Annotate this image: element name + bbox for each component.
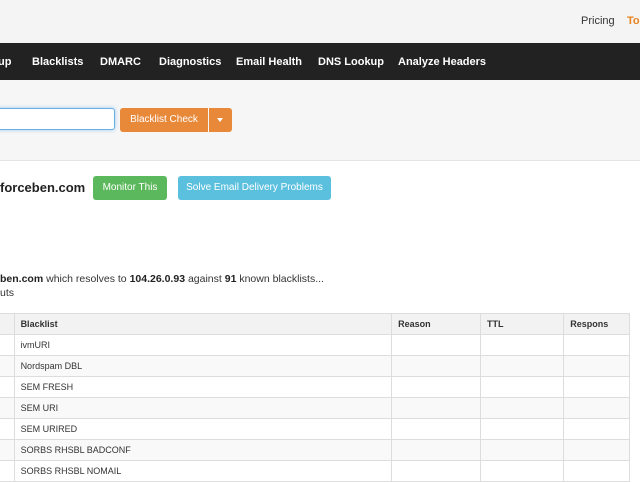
response-cell (563, 397, 630, 419)
reason-cell (391, 355, 482, 377)
table-row: SORBS RHSBL BADCONF (0, 439, 630, 461)
pricing-link[interactable]: Pricing (581, 15, 615, 27)
nav-item-lookup[interactable]: up (0, 56, 11, 68)
blacklist-cell: SEM URIRED (13, 418, 393, 440)
lookup-type-dropdown-button[interactable] (209, 108, 232, 132)
ttl-cell (480, 334, 565, 356)
blacklist-cell: SEM URI (13, 397, 393, 419)
blacklist-results-table: Blacklist Reason TTL Respons ivmURI Nord… (0, 313, 630, 482)
response-cell (563, 418, 630, 440)
reason-cell (391, 334, 482, 356)
response-cell (563, 355, 630, 377)
reason-cell (391, 418, 482, 440)
column-header-status (0, 313, 15, 335)
ttl-cell (480, 376, 565, 398)
response-cell (563, 460, 630, 482)
summary-count: 91 (224, 273, 237, 285)
summary-domain: ben.com (0, 273, 44, 285)
status-cell (0, 397, 15, 419)
ttl-cell (480, 355, 565, 377)
summary-text-2: against (185, 273, 225, 285)
blacklist-cell: ivmURI (13, 334, 393, 356)
resolve-summary: ben.com which resolves to 104.26.0.93 ag… (0, 273, 324, 285)
response-cell (563, 376, 630, 398)
status-cell (0, 460, 15, 482)
caret-down-icon (217, 118, 223, 122)
blacklist-cell: SEM FRESH (13, 376, 393, 398)
nav-item-dmarc[interactable]: DMARC (100, 56, 141, 68)
reason-cell (391, 376, 482, 398)
response-cell (563, 439, 630, 461)
blacklist-check-button[interactable]: Blacklist Check (120, 108, 208, 132)
table-row: SORBS RHSBL NOMAIL (0, 460, 630, 482)
response-cell (563, 334, 630, 356)
tools-link[interactable]: To (627, 15, 640, 27)
blacklist-cell: Nordspam DBL (13, 355, 393, 377)
reason-cell (391, 397, 482, 419)
table-row: SEM URI (0, 397, 630, 419)
nav-item-analyze-headers[interactable]: Analyze Headers (398, 56, 486, 68)
table-row: SEM FRESH (0, 376, 630, 398)
reason-cell (391, 460, 482, 482)
summary-text-3: known blacklists... (236, 273, 324, 285)
status-cell (0, 439, 15, 461)
monitor-this-button[interactable]: Monitor This (93, 176, 167, 200)
column-header-blacklist[interactable]: Blacklist (13, 313, 393, 335)
nav-item-dns-lookup[interactable]: DNS Lookup (318, 56, 384, 68)
table-row: SEM URIRED (0, 418, 630, 440)
column-header-reason[interactable]: Reason (391, 313, 482, 335)
result-domain-title: forceben.com (0, 180, 86, 195)
nav-item-email-health[interactable]: Email Health (236, 56, 302, 68)
summary-ip: 104.26.0.93 (129, 273, 186, 285)
table-row: Nordspam DBL (0, 355, 630, 377)
summary-text-1: which resolves to (43, 273, 130, 285)
status-cell (0, 334, 15, 356)
table-header-row: Blacklist Reason TTL Respons (0, 313, 630, 335)
main-nav: up Blacklists DMARC Diagnostics Email He… (0, 43, 640, 80)
domain-search-input[interactable] (0, 108, 115, 130)
blacklist-cell: SORBS RHSBL NOMAIL (13, 460, 393, 482)
column-header-ttl[interactable]: TTL (480, 313, 565, 335)
nav-item-blacklists[interactable]: Blacklists (32, 56, 83, 68)
solve-email-delivery-button[interactable]: Solve Email Delivery Problems (178, 176, 331, 200)
top-bar: Pricing To (0, 0, 640, 43)
status-cell (0, 355, 15, 377)
ttl-cell (480, 418, 565, 440)
ttl-cell (480, 397, 565, 419)
timeouts-text: uts (0, 287, 15, 299)
blacklist-cell: SORBS RHSBL BADCONF (13, 439, 393, 461)
nav-item-diagnostics[interactable]: Diagnostics (159, 56, 221, 68)
ttl-cell (480, 460, 565, 482)
reason-cell (391, 439, 482, 461)
status-cell (0, 418, 15, 440)
ttl-cell (480, 439, 565, 461)
column-header-response[interactable]: Respons (563, 313, 630, 335)
table-row: ivmURI (0, 334, 630, 356)
status-cell (0, 376, 15, 398)
